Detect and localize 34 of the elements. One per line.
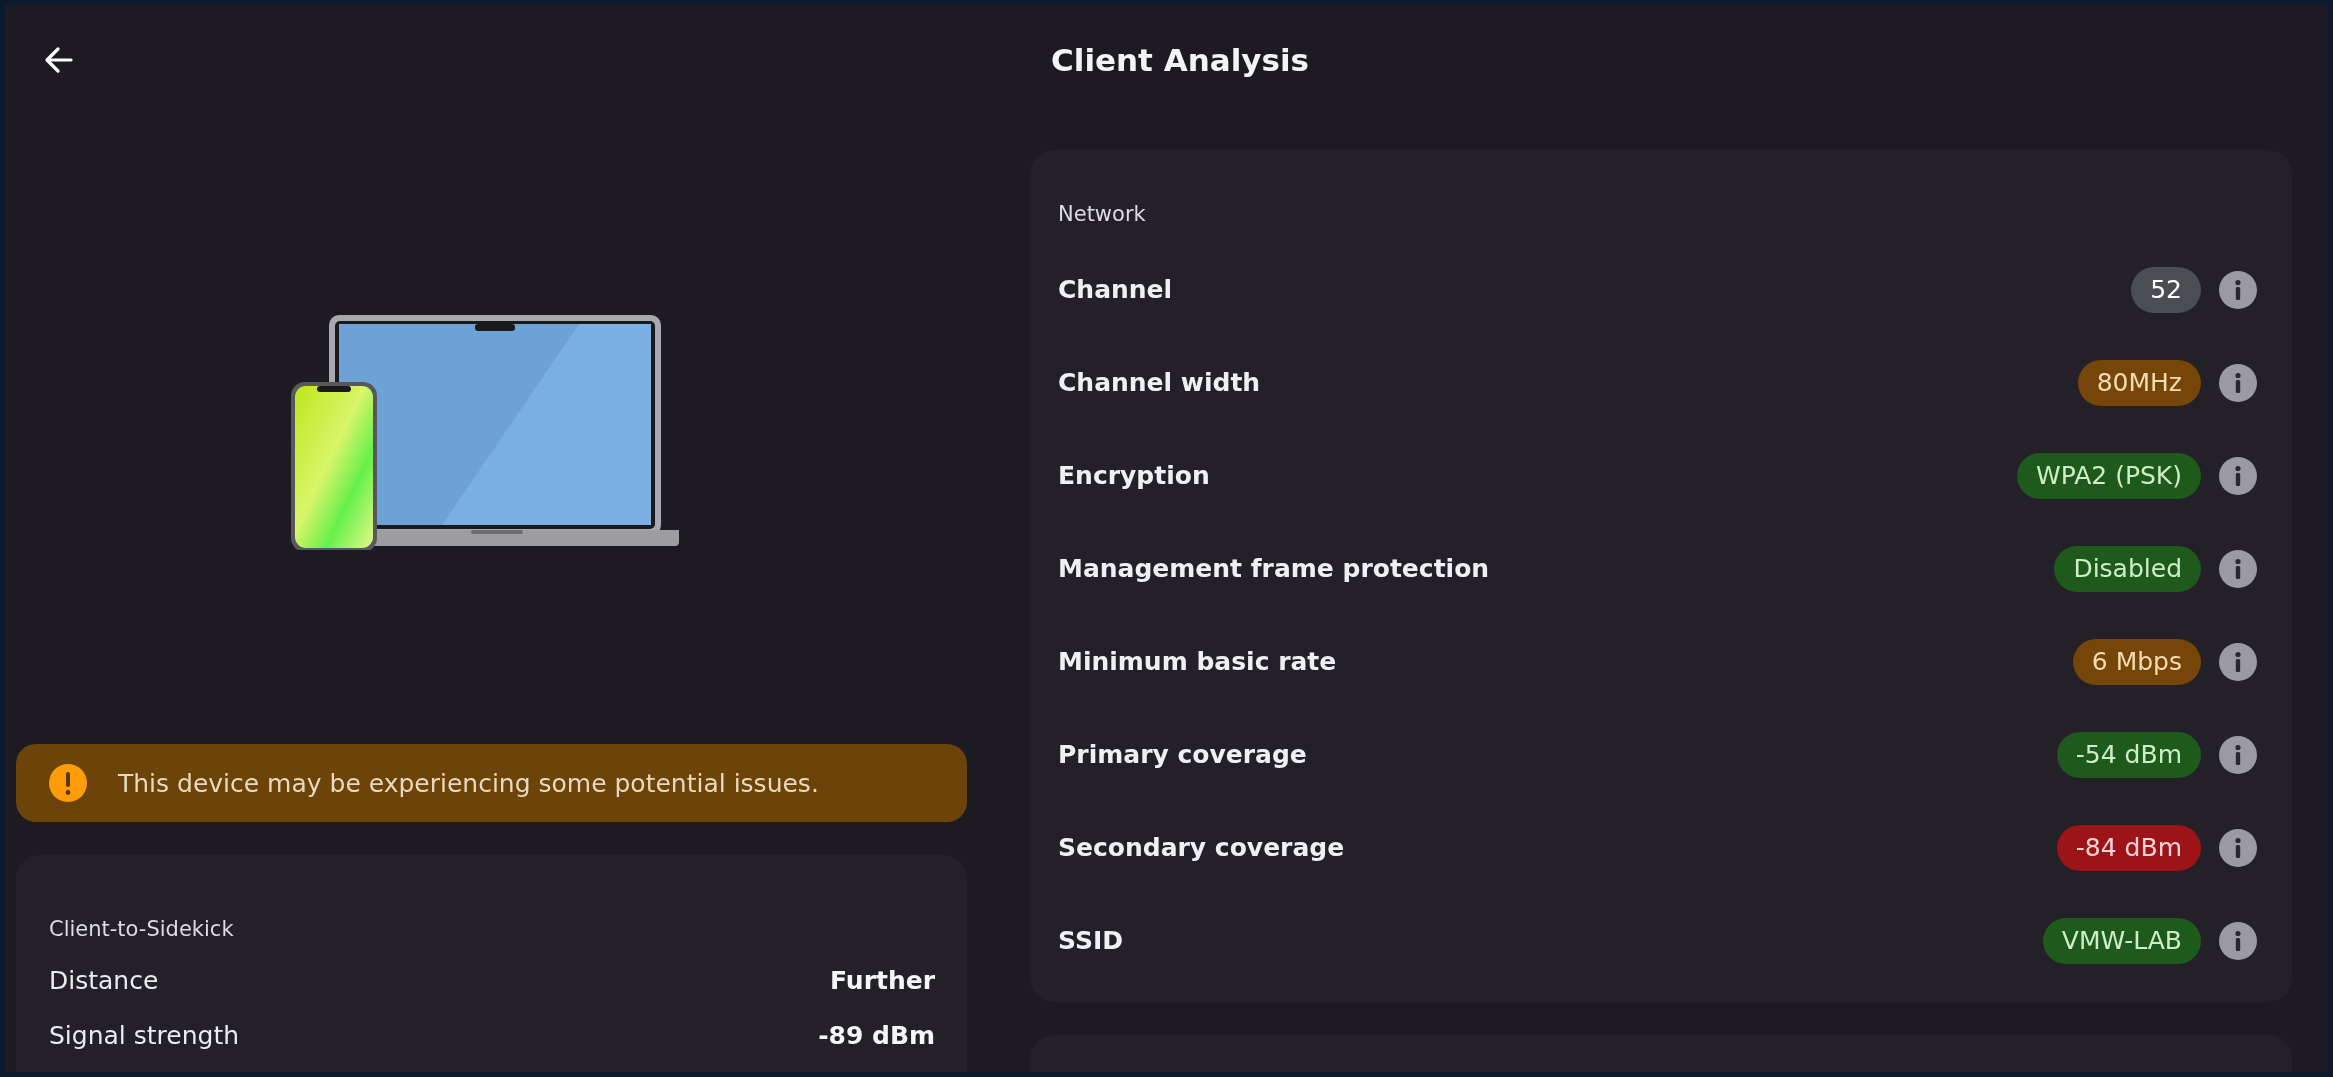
status-badge: 6 Mbps [2072, 638, 2201, 685]
info-icon[interactable] [2219, 549, 2257, 588]
info-icon[interactable] [2219, 270, 2257, 309]
status-badge: WPA2 (PSK) [2017, 452, 2201, 499]
page-title: Client Analysis [1051, 42, 1310, 78]
row-value: Further [830, 966, 935, 995]
section-heading: Network [1058, 202, 1146, 226]
info-icon[interactable] [2219, 921, 2257, 960]
section-heading: Client-to-Sidekick [49, 917, 234, 941]
status-badge: -84 dBm [2056, 824, 2201, 871]
info-icon[interactable] [2219, 642, 2257, 681]
row-label: Distance [49, 966, 159, 995]
warning-message: This device may be experiencing some potential issues. [118, 768, 819, 798]
row-label: Management frame protection [1058, 554, 1491, 583]
info-icon[interactable] [2219, 456, 2257, 495]
row-label: Encryption [1058, 461, 1211, 490]
row-label: Minimum basic rate [1058, 647, 1338, 676]
row-label: Secondary coverage [1058, 833, 1346, 862]
status-badge: VMW-LAB [2042, 917, 2201, 964]
row-label: Channel width [1058, 368, 1262, 397]
status-badge: -54 dBm [2056, 731, 2201, 778]
row-label: SSID [1058, 926, 1124, 955]
row-value: -89 dBm [818, 1021, 935, 1050]
warning-icon [48, 763, 88, 803]
row-label: Channel [1058, 275, 1174, 304]
row-label: Primary coverage [1058, 740, 1308, 769]
status-badge: Disabled [2054, 545, 2201, 592]
status-badge: 80MHz [2077, 359, 2201, 406]
row-label: Signal strength [49, 1021, 240, 1050]
info-icon[interactable] [2219, 735, 2257, 774]
info-icon[interactable] [2219, 363, 2257, 402]
status-badge: 52 [2131, 266, 2201, 313]
info-icon[interactable] [2219, 828, 2257, 867]
back-arrow-icon [43, 44, 75, 76]
